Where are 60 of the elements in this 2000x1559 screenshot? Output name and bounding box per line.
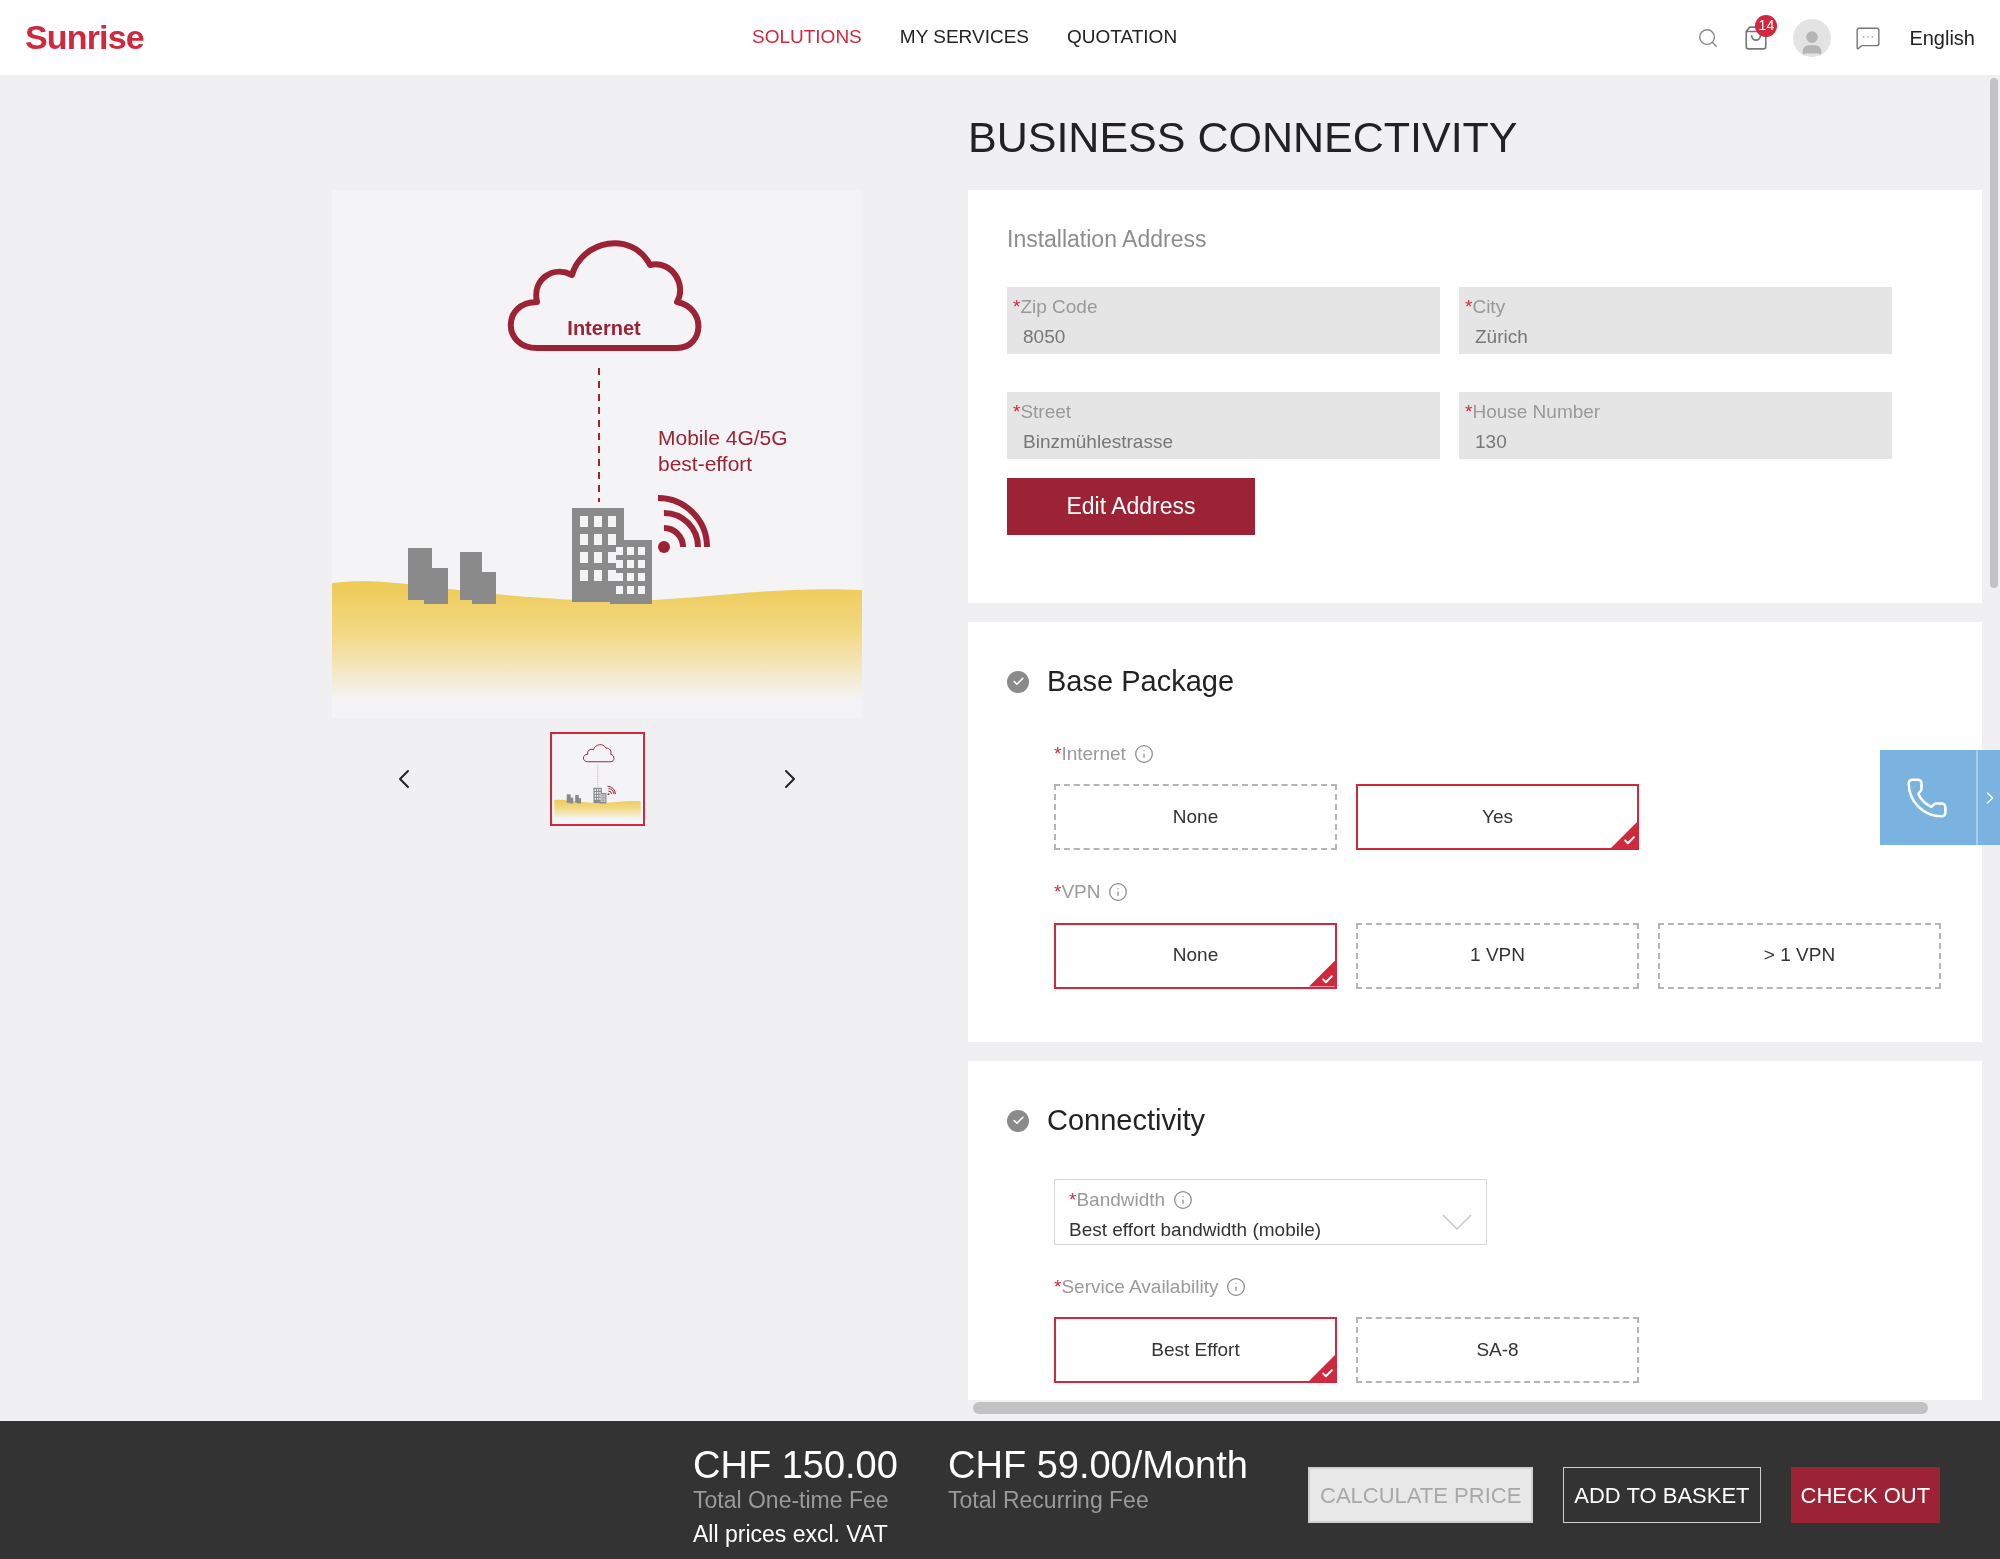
logo[interactable]: Sunrise [25,12,144,63]
option-button[interactable]: None [1054,922,1337,989]
signal-icon [657,495,710,553]
address-field[interactable]: *Zip Code 8050 [1007,286,1440,354]
horizontal-scrollbar[interactable] [973,1402,1928,1414]
field-label: *Service Availability [1054,1274,1219,1299]
section-title: Base Package [1047,664,1234,699]
notification-badge: 14 [1755,14,1778,37]
field-label: *Internet [1054,741,1126,766]
field-value: Zürich [1474,325,1529,349]
address-field[interactable]: *House Number 130 [1459,391,1892,459]
add-to-basket-button[interactable]: ADD TO BASKET [1563,1467,1761,1523]
info-icon[interactable] [1173,1189,1194,1210]
address-field[interactable]: *City Zürich [1459,286,1892,354]
vertical-scrollbar[interactable] [1990,78,1998,588]
language-selector[interactable]: English [1909,22,1975,53]
field-label: *City [1465,294,1507,319]
thumbnail[interactable] [549,732,645,826]
option-button[interactable]: Yes [1356,784,1639,850]
call-widget[interactable] [1880,750,2000,845]
section-title: Connectivity [1047,1103,1205,1138]
address-field[interactable]: *Street Binzmühlestrasse [1007,391,1440,459]
field-label: *Bandwidth [1069,1187,1166,1212]
option-button[interactable]: > 1 VPN [1658,922,1941,989]
field-label: *VPN [1054,880,1101,904]
field-value: 8050 [1022,325,1067,349]
field-label: *Street [1013,399,1073,424]
dropdown-value: Best effort bandwidth (mobile) [1069,1218,1322,1242]
nav-link[interactable]: MY SERVICES [899,23,1029,52]
page-title: BUSINESS CONNECTIVITY [968,112,1519,164]
info-icon[interactable] [1133,743,1154,764]
illustration-caption: best-effort [658,452,753,475]
info-icon[interactable] [1226,1276,1247,1297]
avatar[interactable] [1793,18,1832,57]
nav-link[interactable]: SOLUTIONS [752,23,862,52]
check-out-button[interactable]: CHECK OUT [1790,1467,1941,1523]
field-value: 130 [1474,430,1508,454]
field-label: *House Number [1465,399,1602,424]
recurring-fee-label: Total Recurring Fee [948,1487,1150,1513]
recurring-fee-amount: CHF 59.00/Month [948,1443,1249,1487]
search-icon[interactable] [1697,26,1720,49]
info-icon[interactable] [1108,882,1129,903]
option-button[interactable]: None [1054,784,1337,850]
section-title: Installation Address [1007,225,1208,254]
phone-icon [1905,775,1949,820]
one-time-fee-amount: CHF 150.00 [693,1443,899,1487]
cloud-label: Internet [567,317,641,339]
cloud-icon [507,240,702,351]
one-time-fee-label: Total One-time Fee [693,1487,890,1513]
option-button[interactable]: SA-8 [1356,1317,1639,1383]
chevron-down-icon [1442,1213,1472,1230]
option-button[interactable]: 1 VPN [1356,922,1639,989]
field-label: *Zip Code [1013,294,1099,319]
bandwidth-dropdown[interactable]: *Bandwidth Best effort bandwidth (mobile) [1054,1178,1487,1245]
option-button[interactable]: Best Effort [1054,1317,1337,1383]
nav-link[interactable]: QUOTATION [1067,23,1178,52]
edit-address-button[interactable]: Edit Address [1007,477,1255,535]
vat-note: All prices excl. VAT [693,1521,889,1547]
field-value: Binzmühlestrasse [1022,430,1174,454]
illustration-caption: Mobile 4G/5G [658,426,788,449]
